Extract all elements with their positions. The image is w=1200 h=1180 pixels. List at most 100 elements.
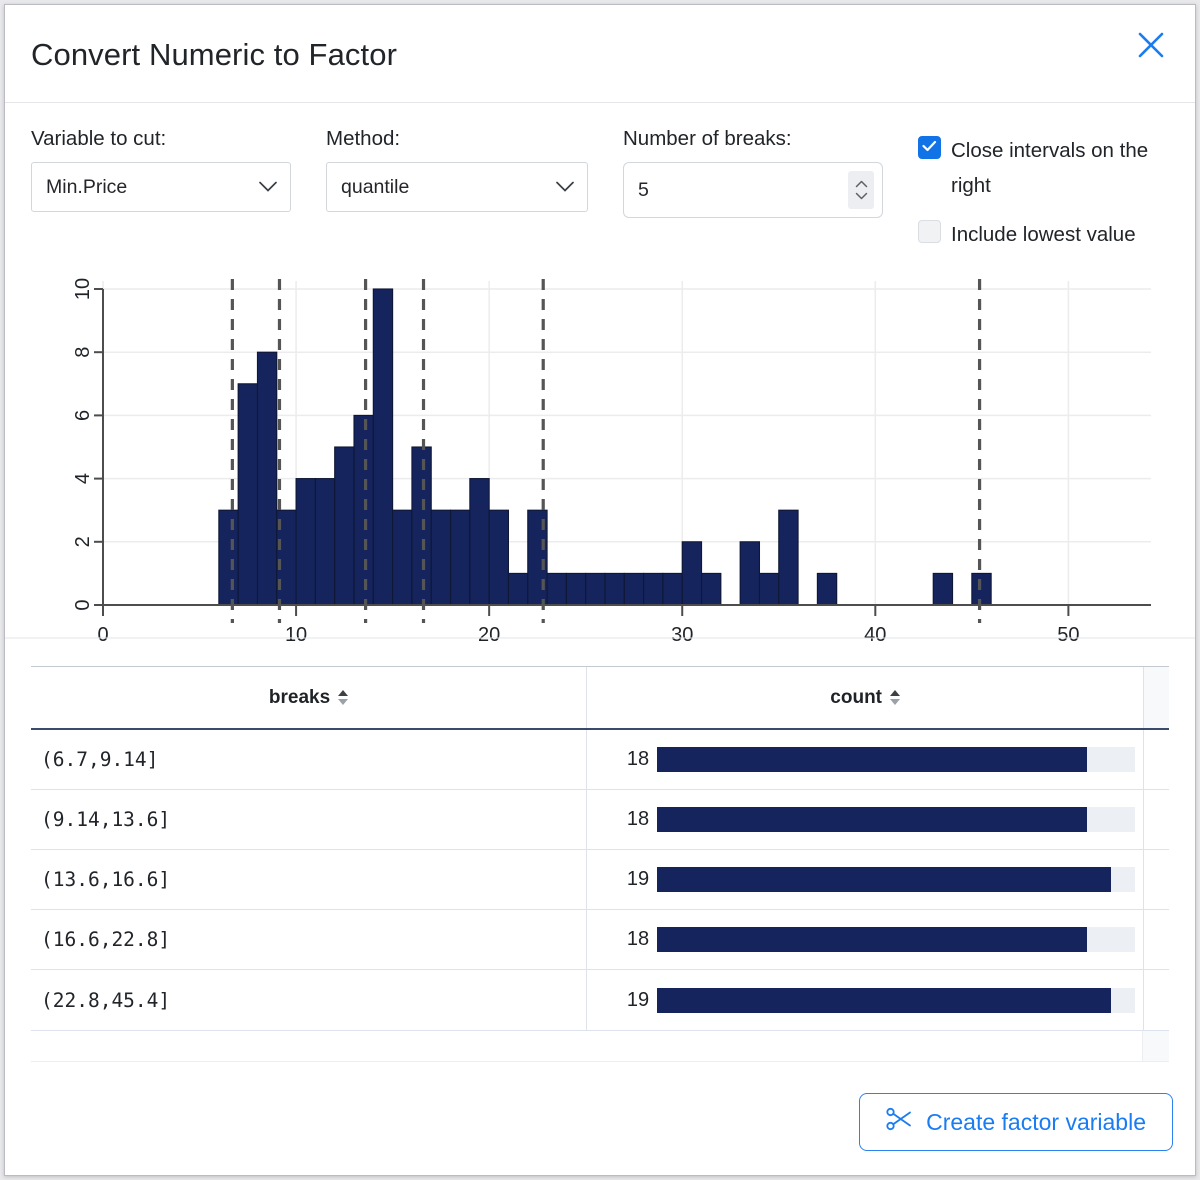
y-tick-label: 8 (72, 347, 94, 358)
cell-count-value: 18 (591, 748, 657, 771)
cell-count-value: 19 (591, 989, 657, 1012)
count-bar (657, 747, 1087, 772)
count-bar-track (657, 747, 1135, 772)
count-bar-track (657, 867, 1135, 892)
row-scroll-gutter (1143, 790, 1169, 849)
row-scroll-gutter (1143, 730, 1169, 789)
x-tick-label: 40 (864, 624, 886, 646)
table-footer (31, 1030, 1169, 1062)
create-factor-variable-label: Create factor variable (926, 1109, 1146, 1136)
x-tick-label: 10 (285, 624, 307, 646)
variable-to-cut-value: Min.Price (46, 176, 127, 199)
number-of-breaks-label: Number of breaks: (623, 127, 883, 151)
histogram-bar (238, 384, 257, 605)
histogram-bar (393, 510, 412, 605)
table-body: (6.7,9.14]18(9.14,13.6]18(13.6,16.6]19(1… (31, 730, 1169, 1030)
histogram-bar (605, 573, 624, 605)
cell-count: 18 (587, 910, 1143, 969)
count-bar (657, 807, 1087, 832)
histogram-bar (257, 352, 276, 605)
histogram-bar (933, 573, 952, 605)
y-tick-label: 2 (72, 536, 94, 547)
histogram-bar (335, 447, 354, 605)
convert-numeric-to-factor-dialog: Convert Numeric to Factor Variable to cu… (4, 4, 1196, 1176)
table-row[interactable]: (13.6,16.6]19 (31, 850, 1169, 910)
histogram-bar (547, 573, 566, 605)
method-select[interactable]: quantile (326, 162, 588, 212)
include-lowest-label: Include lowest value (951, 217, 1136, 252)
histogram-bar (296, 479, 315, 605)
histogram-bar (740, 542, 759, 605)
histogram-bar (489, 510, 508, 605)
histogram-bar (663, 573, 682, 605)
histogram-bar (219, 510, 238, 605)
histogram-svg: 024681001020304050 (5, 271, 1196, 661)
table-scrollbar[interactable] (1143, 667, 1169, 728)
histogram-bar (315, 479, 334, 605)
quantity-stepper[interactable] (848, 171, 874, 209)
histogram-chart: 024681001020304050 (5, 271, 1195, 666)
close-icon[interactable] (1129, 23, 1173, 67)
include-lowest-row[interactable]: Include lowest value (918, 217, 1186, 252)
page-title: Convert Numeric to Factor (31, 37, 397, 73)
cell-count-value: 18 (591, 808, 657, 831)
x-tick-label: 30 (671, 624, 693, 646)
table-row[interactable]: (16.6,22.8]18 (31, 910, 1169, 970)
column-header-count[interactable]: count (587, 667, 1143, 728)
include-lowest-checkbox[interactable] (918, 220, 941, 243)
method-value: quantile (341, 176, 409, 199)
chevron-down-icon (556, 176, 574, 199)
close-intervals-row[interactable]: Close intervals on the right (918, 133, 1186, 203)
histogram-bar (817, 573, 836, 605)
histogram-bar (972, 573, 991, 605)
table-footer-main (31, 1031, 1143, 1061)
histogram-bar (644, 573, 663, 605)
histogram-bar (566, 573, 585, 605)
table-row[interactable]: (22.8,45.4]19 (31, 970, 1169, 1030)
sort-icon[interactable] (338, 690, 348, 705)
cell-count: 19 (587, 850, 1143, 909)
number-of-breaks-input[interactable]: 5 (623, 162, 883, 218)
variable-to-cut-select[interactable]: Min.Price (31, 162, 291, 212)
column-header-breaks-label: breaks (269, 687, 330, 709)
cell-breaks: (22.8,45.4] (31, 970, 587, 1030)
histogram-bar (412, 447, 431, 605)
scissors-icon (886, 1107, 913, 1137)
count-bar (657, 867, 1111, 892)
interval-options: Close intervals on the right Include low… (918, 133, 1186, 266)
variable-to-cut-label: Variable to cut: (31, 127, 291, 151)
close-intervals-label: Close intervals on the right (951, 133, 1186, 203)
dialog-header: Convert Numeric to Factor (5, 5, 1195, 103)
table-header-row: breaks count (31, 666, 1169, 730)
histogram-bar (451, 510, 470, 605)
column-header-breaks[interactable]: breaks (31, 667, 587, 728)
y-tick-label: 10 (72, 278, 94, 300)
histogram-bar (702, 573, 721, 605)
cell-count: 18 (587, 730, 1143, 789)
histogram-bar (373, 289, 392, 605)
histogram-bar (624, 573, 643, 605)
histogram-bar (508, 573, 527, 605)
create-factor-variable-button[interactable]: Create factor variable (859, 1093, 1173, 1151)
histogram-bar (779, 510, 798, 605)
y-tick-label: 4 (72, 473, 94, 484)
cell-breaks: (16.6,22.8] (31, 910, 587, 969)
table-row[interactable]: (6.7,9.14]18 (31, 730, 1169, 790)
histogram-bar (759, 573, 778, 605)
histogram-bar (470, 479, 489, 605)
sort-icon[interactable] (890, 690, 900, 705)
cell-breaks: (13.6,16.6] (31, 850, 587, 909)
method-field: Method: quantile (326, 127, 588, 212)
histogram-bar (586, 573, 605, 605)
table-row[interactable]: (9.14,13.6]18 (31, 790, 1169, 850)
close-intervals-checkbox[interactable] (918, 136, 941, 159)
form-controls: Variable to cut: Min.Price Method: quant… (5, 103, 1195, 271)
cell-breaks: (6.7,9.14] (31, 730, 587, 789)
count-bar-track (657, 807, 1135, 832)
cell-count: 18 (587, 790, 1143, 849)
histogram-bar (682, 542, 701, 605)
count-bar-track (657, 927, 1135, 952)
count-bar-track (657, 988, 1135, 1013)
x-tick-label: 50 (1057, 624, 1079, 646)
chevron-down-icon (259, 176, 277, 199)
